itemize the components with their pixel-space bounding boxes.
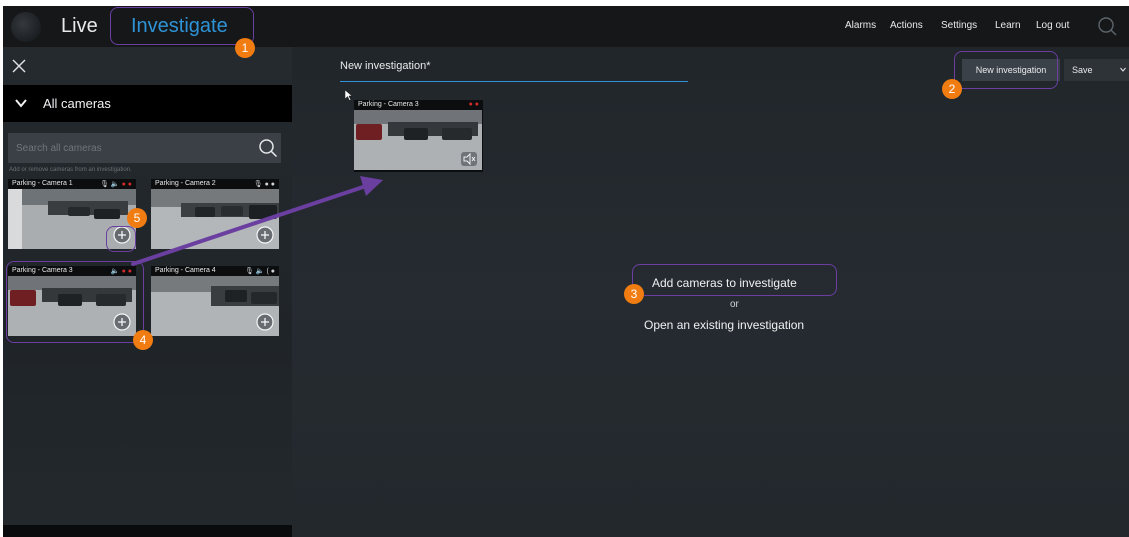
step-badge-5: 5 [127,208,147,228]
step-badge-1: 1 [235,38,255,58]
app-window: Live Investigate Alarms Actions Settings… [3,6,1129,537]
step-badge-2: 2 [942,79,962,99]
step-badge-3: 3 [624,284,644,304]
step-badge-4: 4 [133,330,153,350]
